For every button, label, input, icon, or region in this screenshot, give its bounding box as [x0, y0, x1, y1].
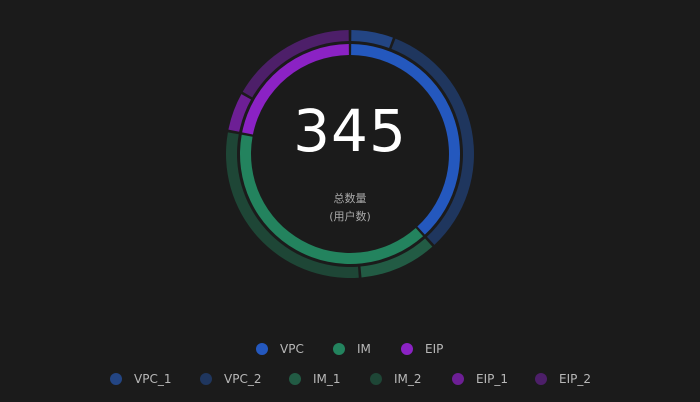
legend-outer-row: VPC_1 VPC_2 IM_1 IM_2 EIP_1 EIP_2 — [0, 369, 700, 389]
legend-label-im-1: IM_1 — [313, 372, 341, 386]
legend-item-eip-1[interactable]: EIP_1 — [452, 369, 508, 389]
legend-item-im-1[interactable]: IM_1 — [289, 369, 341, 389]
legend-swatch-vpc-1 — [110, 373, 122, 385]
legend-item-vpc-2[interactable]: VPC_2 — [200, 369, 261, 389]
legend-label-eip: EIP — [425, 342, 444, 356]
legend-item-im[interactable]: IM — [333, 339, 371, 359]
center-total-sublabel: (用户数) — [329, 210, 371, 223]
legend-label-im: IM — [357, 342, 371, 356]
legend-label-eip-2: EIP_2 — [559, 372, 591, 386]
center-total-value: 345 — [293, 97, 407, 165]
center-total-label: 总数量 — [333, 192, 367, 205]
legend-item-vpc[interactable]: VPC — [256, 339, 304, 359]
legend-swatch-eip — [401, 343, 413, 355]
legend-swatch-im — [333, 343, 345, 355]
legend-label-im-2: IM_2 — [394, 372, 422, 386]
legend-swatch-eip-1 — [452, 373, 464, 385]
legend-label-vpc-2: VPC_2 — [224, 372, 262, 386]
legend-swatch-im-2 — [370, 373, 382, 385]
legend-label-vpc-1: VPC_1 — [134, 372, 172, 386]
legend-swatch-eip-2 — [535, 373, 547, 385]
legend-label-vpc: VPC — [280, 342, 304, 356]
legend-swatch-vpc-2 — [200, 373, 212, 385]
legend-label-eip-1: EIP_1 — [476, 372, 508, 386]
legend-swatch-im-1 — [289, 373, 301, 385]
legend-swatch-vpc — [256, 343, 268, 355]
legend-item-eip[interactable]: EIP — [401, 339, 443, 359]
legend-item-vpc-1[interactable]: VPC_1 — [110, 369, 171, 389]
legend-item-im-2[interactable]: IM_2 — [370, 369, 422, 389]
chart-container: 345 总数量 (用户数) VPC IM EIP VPC_1 VPC_2 IM_… — [0, 0, 700, 402]
legend-inner-row: VPC IM EIP — [0, 339, 700, 359]
legend-item-eip-2[interactable]: EIP_2 — [535, 369, 591, 389]
